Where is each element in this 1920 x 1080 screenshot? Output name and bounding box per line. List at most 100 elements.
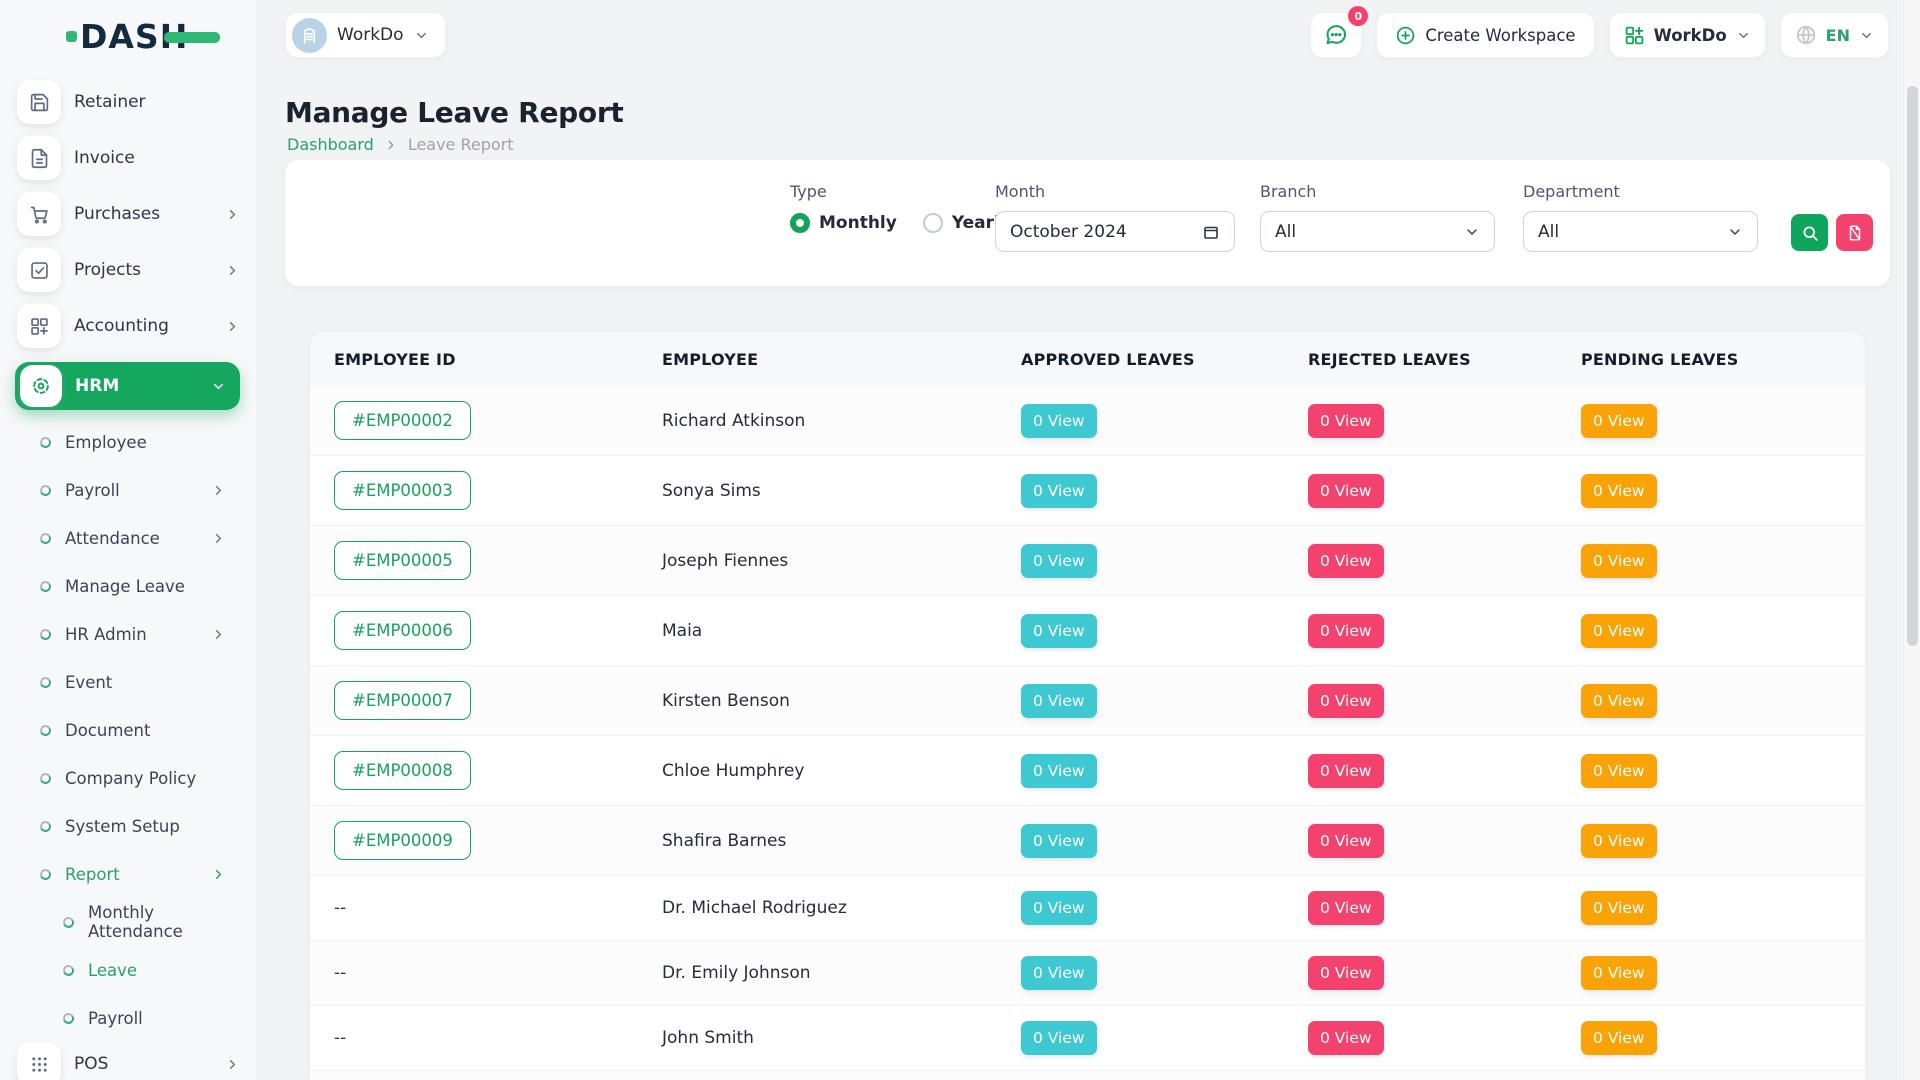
- approved-view-badge[interactable]: 0 View: [1021, 684, 1097, 718]
- rejected-view-badge[interactable]: 0 View: [1308, 684, 1384, 718]
- employee-id-button[interactable]: #EMP00009: [334, 821, 471, 860]
- rejected-view-badge[interactable]: 0 View: [1308, 824, 1384, 858]
- sidebar-subitem-leave[interactable]: Leave: [0, 946, 256, 994]
- approved-view-badge[interactable]: 0 View: [1021, 1021, 1097, 1055]
- sidebar-item-label: Invoice: [74, 148, 240, 168]
- department-select[interactable]: All: [1523, 211, 1758, 252]
- pending-view-badge[interactable]: 0 View: [1581, 544, 1657, 578]
- rejected-view-badge[interactable]: 0 View: [1308, 754, 1384, 788]
- sidebar-subitem-payroll[interactable]: Payroll: [0, 466, 256, 514]
- branch-filter-group: Branch All: [1260, 160, 1495, 252]
- sidebar-item-hrm[interactable]: HRM: [15, 362, 240, 410]
- table-row: #EMP00009Shafira Barnes0 View0 View0 Vie…: [310, 806, 1865, 876]
- employee-name: Sonya Sims: [662, 456, 1021, 526]
- approved-view-badge[interactable]: 0 View: [1021, 404, 1097, 438]
- month-input[interactable]: October 2024: [995, 211, 1235, 252]
- language-selector[interactable]: EN: [1780, 12, 1889, 58]
- pending-view-badge[interactable]: 0 View: [1581, 1021, 1657, 1055]
- app-root: DASH RetainerInvoicePurchasesProjectsAcc…: [0, 0, 1920, 1080]
- topbar-actions: 0 Create Workspace WorkDo EN: [1310, 12, 1889, 58]
- employee-id-button[interactable]: #EMP00003: [334, 471, 471, 510]
- employee-id-button[interactable]: #EMP00008: [334, 751, 471, 790]
- scrollbar-thumb[interactable]: [1907, 86, 1918, 646]
- approved-view-badge[interactable]: 0 View: [1021, 614, 1097, 648]
- rejected-view-badge[interactable]: 0 View: [1308, 956, 1384, 990]
- breadcrumb-dashboard-link[interactable]: Dashboard: [287, 135, 374, 154]
- sidebar-item-pos[interactable]: POS: [17, 1042, 240, 1080]
- create-workspace-button[interactable]: Create Workspace: [1376, 12, 1594, 58]
- sidebar-subitem-attendance[interactable]: Attendance: [0, 514, 256, 562]
- chevron-right-icon: [211, 483, 226, 498]
- employee-id-button[interactable]: #EMP00005: [334, 541, 471, 580]
- approved-view-badge[interactable]: 0 View: [1021, 824, 1097, 858]
- sidebar-item-invoice[interactable]: Invoice: [17, 136, 240, 180]
- approved-view-badge[interactable]: 0 View: [1021, 956, 1097, 990]
- sidebar-subitem-hr-admin[interactable]: HR Admin: [0, 610, 256, 658]
- sidebar-subitem-label: HR Admin: [65, 625, 211, 644]
- pending-view-badge[interactable]: 0 View: [1581, 684, 1657, 718]
- sidebar-subitem-label: Event: [65, 673, 226, 692]
- pending-view-badge[interactable]: 0 View: [1581, 754, 1657, 788]
- sidebar-subitem-company-policy[interactable]: Company Policy: [0, 754, 256, 802]
- chevron-down-icon: [1464, 224, 1480, 240]
- workspace-switcher[interactable]: WorkDo: [285, 12, 446, 58]
- ring-icon: [38, 531, 52, 545]
- sidebar-item-retainer[interactable]: Retainer: [17, 80, 240, 124]
- scrollbar[interactable]: [1903, 0, 1920, 1080]
- approved-view-badge[interactable]: 0 View: [1021, 754, 1097, 788]
- sidebar-subitem-monthly-attendance[interactable]: Monthly Attendance: [0, 898, 256, 946]
- workspace-avatar: [292, 18, 327, 53]
- sidebar-subitem-payroll[interactable]: Payroll: [0, 994, 256, 1042]
- rejected-view-badge[interactable]: 0 View: [1308, 891, 1384, 925]
- rejected-view-badge[interactable]: 0 View: [1308, 474, 1384, 508]
- grid-plus-icon: [17, 304, 61, 348]
- rejected-view-badge[interactable]: 0 View: [1308, 544, 1384, 578]
- approved-view-badge[interactable]: 0 View: [1021, 891, 1097, 925]
- workdo-menu-button[interactable]: WorkDo: [1609, 12, 1766, 58]
- radio-checked-icon: [790, 213, 810, 233]
- table-header-row: EMPLOYEE IDEMPLOYEEAPPROVED LEAVESREJECT…: [310, 332, 1865, 386]
- sidebar-item-projects[interactable]: Projects: [17, 248, 240, 292]
- rejected-view-badge[interactable]: 0 View: [1308, 614, 1384, 648]
- sidebar-subitem-document[interactable]: Document: [0, 706, 256, 754]
- monthly-option-label: Monthly: [819, 213, 897, 233]
- chat-bubble-icon: [1324, 23, 1348, 47]
- type-filter-group: Type Monthly Yearly: [790, 160, 1011, 233]
- employee-name: Maia: [662, 596, 1021, 666]
- sidebar-subitem-label: Manage Leave: [65, 577, 226, 596]
- sidebar-subitem-employee[interactable]: Employee: [0, 418, 256, 466]
- table-row: --Emily Davis0 View0 View0 View: [310, 1071, 1865, 1080]
- export-button[interactable]: [1836, 214, 1873, 251]
- approved-view-badge[interactable]: 0 View: [1021, 544, 1097, 578]
- calendar-icon: [1202, 223, 1220, 241]
- pending-view-badge[interactable]: 0 View: [1581, 824, 1657, 858]
- sidebar-item-label: POS: [74, 1054, 225, 1074]
- pending-view-badge[interactable]: 0 View: [1581, 474, 1657, 508]
- chat-button[interactable]: 0: [1310, 12, 1362, 58]
- search-button[interactable]: [1791, 214, 1828, 251]
- rejected-view-badge[interactable]: 0 View: [1308, 404, 1384, 438]
- pending-view-badge[interactable]: 0 View: [1581, 614, 1657, 648]
- rejected-view-badge[interactable]: 0 View: [1308, 1021, 1384, 1055]
- pending-view-badge[interactable]: 0 View: [1581, 404, 1657, 438]
- sidebar-subitem-report[interactable]: Report: [0, 850, 256, 898]
- pending-view-badge[interactable]: 0 View: [1581, 891, 1657, 925]
- file-export-icon: [1846, 224, 1864, 242]
- table-row: #EMP00006Maia0 View0 View0 View: [310, 596, 1865, 666]
- pending-view-badge[interactable]: 0 View: [1581, 956, 1657, 990]
- employee-id-button[interactable]: #EMP00006: [334, 611, 471, 650]
- sidebar-subitem-system-setup[interactable]: System Setup: [0, 802, 256, 850]
- employee-id-button[interactable]: #EMP00007: [334, 681, 471, 720]
- leave-report-table-card: EMPLOYEE IDEMPLOYEEAPPROVED LEAVESREJECT…: [310, 332, 1865, 1080]
- breadcrumb-current: Leave Report: [408, 135, 514, 154]
- sidebar-item-accounting[interactable]: Accounting: [17, 304, 240, 348]
- sidebar-subitem-event[interactable]: Event: [0, 658, 256, 706]
- sidebar-item-purchases[interactable]: Purchases: [17, 192, 240, 236]
- type-label: Type: [790, 182, 1011, 201]
- month-filter-group: Month October 2024: [995, 160, 1235, 252]
- type-radio-monthly[interactable]: Monthly: [790, 213, 897, 233]
- approved-view-badge[interactable]: 0 View: [1021, 474, 1097, 508]
- branch-select[interactable]: All: [1260, 211, 1495, 252]
- employee-id-button[interactable]: #EMP00002: [334, 401, 471, 440]
- sidebar-subitem-manage-leave[interactable]: Manage Leave: [0, 562, 256, 610]
